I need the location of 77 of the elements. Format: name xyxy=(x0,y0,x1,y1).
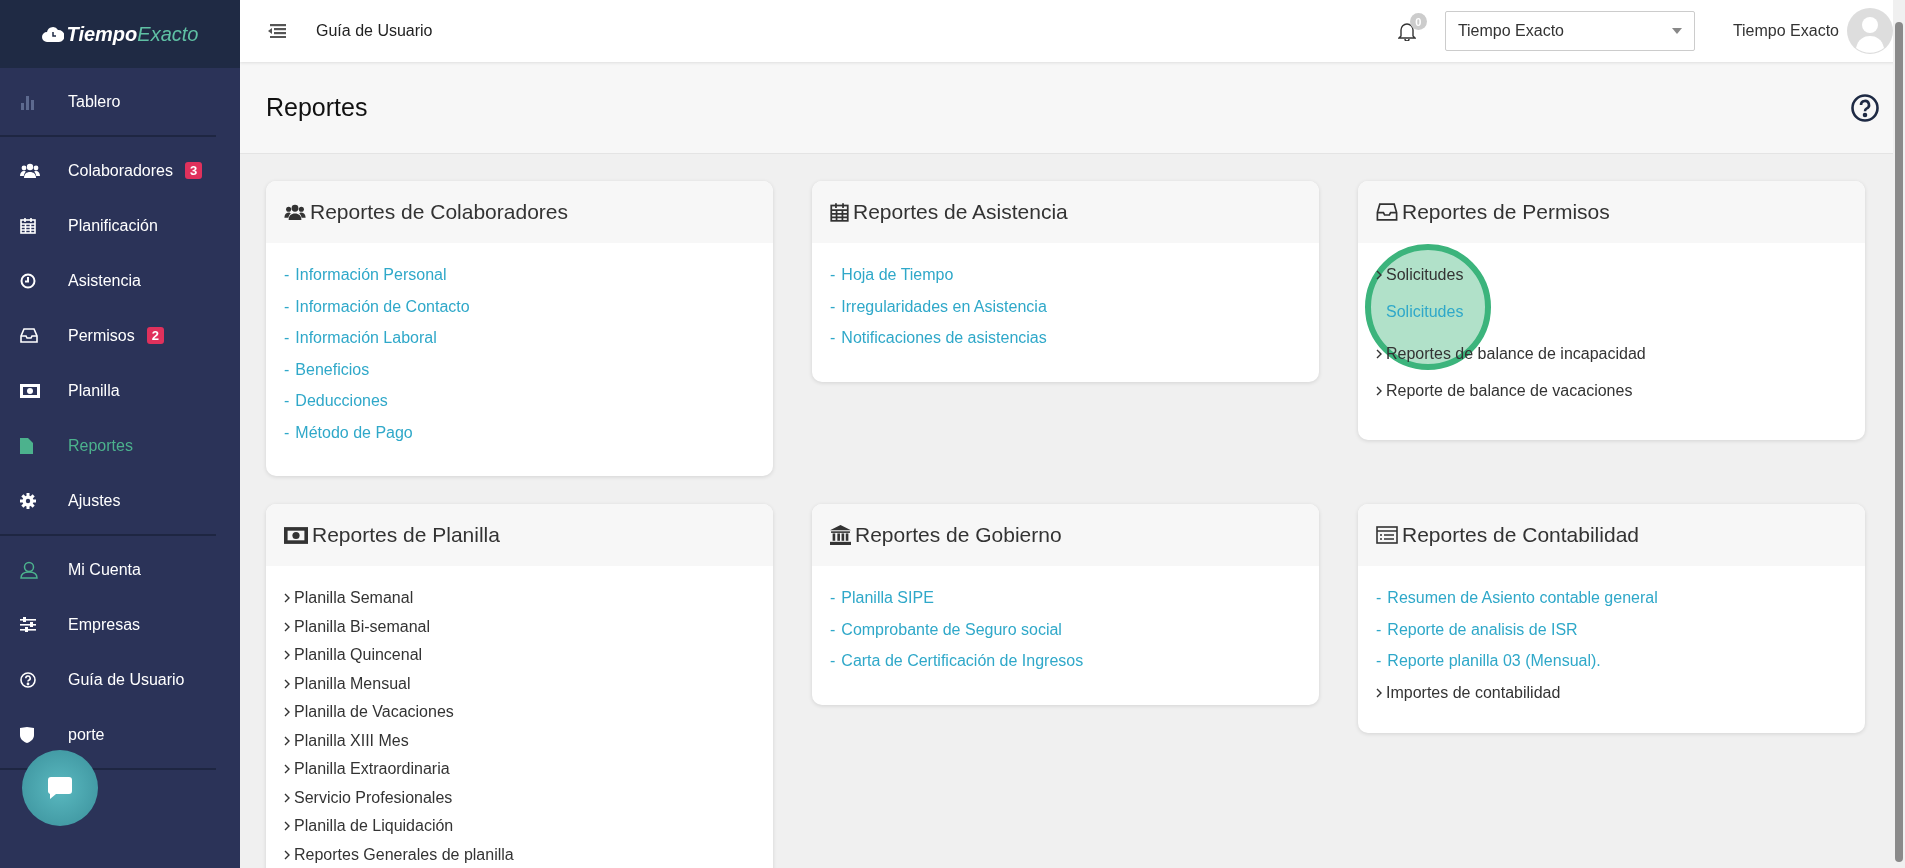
chevron-icon xyxy=(1376,349,1382,359)
chevron-icon xyxy=(284,735,290,746)
caret-icon xyxy=(1671,28,1682,34)
user-name: Tiempo Exacto xyxy=(1732,22,1839,40)
chevron-icon xyxy=(1376,386,1382,396)
users-icon xyxy=(284,203,306,221)
chevron-icon xyxy=(284,792,290,803)
chevron-icon xyxy=(284,650,290,660)
cloud-clock-icon xyxy=(41,26,64,42)
card-title: Reportes de Gobierno xyxy=(855,523,1062,547)
report-link[interactable]: Servicio Profesionales xyxy=(284,787,453,808)
users-icon xyxy=(20,162,40,179)
card-title: Reportes de Colaboradores xyxy=(310,200,568,224)
sidebar-item[interactable]: Planificación xyxy=(0,198,216,253)
report-link[interactable]: Solicitudes xyxy=(1376,265,1464,285)
sidebar-item[interactable]: Ajustes xyxy=(0,473,216,528)
help-icon xyxy=(20,671,36,688)
chevron-icon xyxy=(284,621,290,632)
count-badge: 3 xyxy=(184,162,203,179)
user-icon xyxy=(20,560,38,579)
sidebar-item[interactable]: porte xyxy=(0,707,216,762)
money-icon xyxy=(20,383,40,398)
chevron-icon xyxy=(284,593,290,603)
inbox-icon xyxy=(20,328,38,343)
sidebar-item[interactable]: Mi Cuenta xyxy=(0,542,216,597)
sidebar-item[interactable]: Tablero xyxy=(0,74,216,129)
sidebar-item[interactable]: Colaboradores 3 xyxy=(0,143,216,198)
chevron-icon xyxy=(284,764,290,774)
card-title: Reportes de Planilla xyxy=(312,523,500,547)
clock-icon xyxy=(20,272,36,289)
logo-text: TiempoExacto xyxy=(66,22,199,46)
chevron-icon xyxy=(284,849,290,860)
report-link[interactable]: Reporte de balance de vacaciones xyxy=(1376,381,1633,401)
chevron-icon xyxy=(284,821,290,831)
sidebar-item[interactable]: Permisos 2 xyxy=(0,308,216,363)
count-badge: 2 xyxy=(146,327,164,344)
company-select[interactable]: Tiempo Exacto xyxy=(1444,11,1695,51)
money-icon xyxy=(284,526,308,544)
bank-icon xyxy=(830,525,851,545)
card-title: Reportes de Permisos xyxy=(1402,200,1610,224)
sidebar-item[interactable]: Empresas xyxy=(0,597,216,652)
chevron-icon xyxy=(284,678,290,689)
sidebar-item[interactable]: Reportes xyxy=(0,418,216,473)
report-link[interactable]: Planilla de Liquidación xyxy=(284,816,454,836)
file-icon xyxy=(20,437,33,454)
report-link[interactable]: Planilla Extraordinaria xyxy=(284,759,450,779)
inbox-icon xyxy=(1376,203,1398,221)
shield-icon xyxy=(20,726,34,743)
report-link[interactable]: Importes de contabilidad xyxy=(1376,682,1561,703)
card-title: Reportes de Asistencia xyxy=(853,200,1068,224)
chat-bubble-icon xyxy=(48,777,72,799)
chevron-icon xyxy=(1376,270,1382,280)
bell-icon xyxy=(1397,21,1416,41)
report-link[interactable]: Planilla Mensual xyxy=(284,673,411,694)
report-link[interactable]: Reportes Generales de planilla xyxy=(284,844,514,865)
chevron-icon xyxy=(284,707,290,717)
report-link[interactable]: Planilla Quincenal xyxy=(284,645,423,665)
gear-icon xyxy=(20,492,36,509)
sliders-icon xyxy=(20,617,36,632)
report-link[interactable]: Planilla Semanal xyxy=(284,588,414,608)
chevron-icon xyxy=(1376,687,1382,698)
page-link[interactable]: Guía de Usuario xyxy=(316,22,433,40)
page-title: Reportes xyxy=(266,93,369,122)
sidebar-item[interactable]: Guía de Usuario xyxy=(0,652,216,707)
sidebar-item[interactable]: Asistencia xyxy=(0,253,216,308)
help-icon[interactable] xyxy=(1851,93,1879,122)
bar-chart-icon xyxy=(20,93,36,110)
list-icon xyxy=(1376,526,1398,544)
calendar-icon xyxy=(830,202,849,222)
report-link[interactable]: Planilla de Vacaciones xyxy=(284,702,454,722)
menu-icon[interactable] xyxy=(268,24,286,38)
scrollbar-thumb[interactable] xyxy=(1895,22,1903,862)
report-link[interactable]: Planilla Bi-semanal xyxy=(284,616,431,637)
calendar-icon xyxy=(20,217,36,234)
report-link[interactable]: Planilla XIII Mes xyxy=(284,730,409,751)
card-title: Reportes de Contabilidad xyxy=(1402,523,1639,547)
sidebar-item[interactable]: Planilla xyxy=(0,363,216,418)
